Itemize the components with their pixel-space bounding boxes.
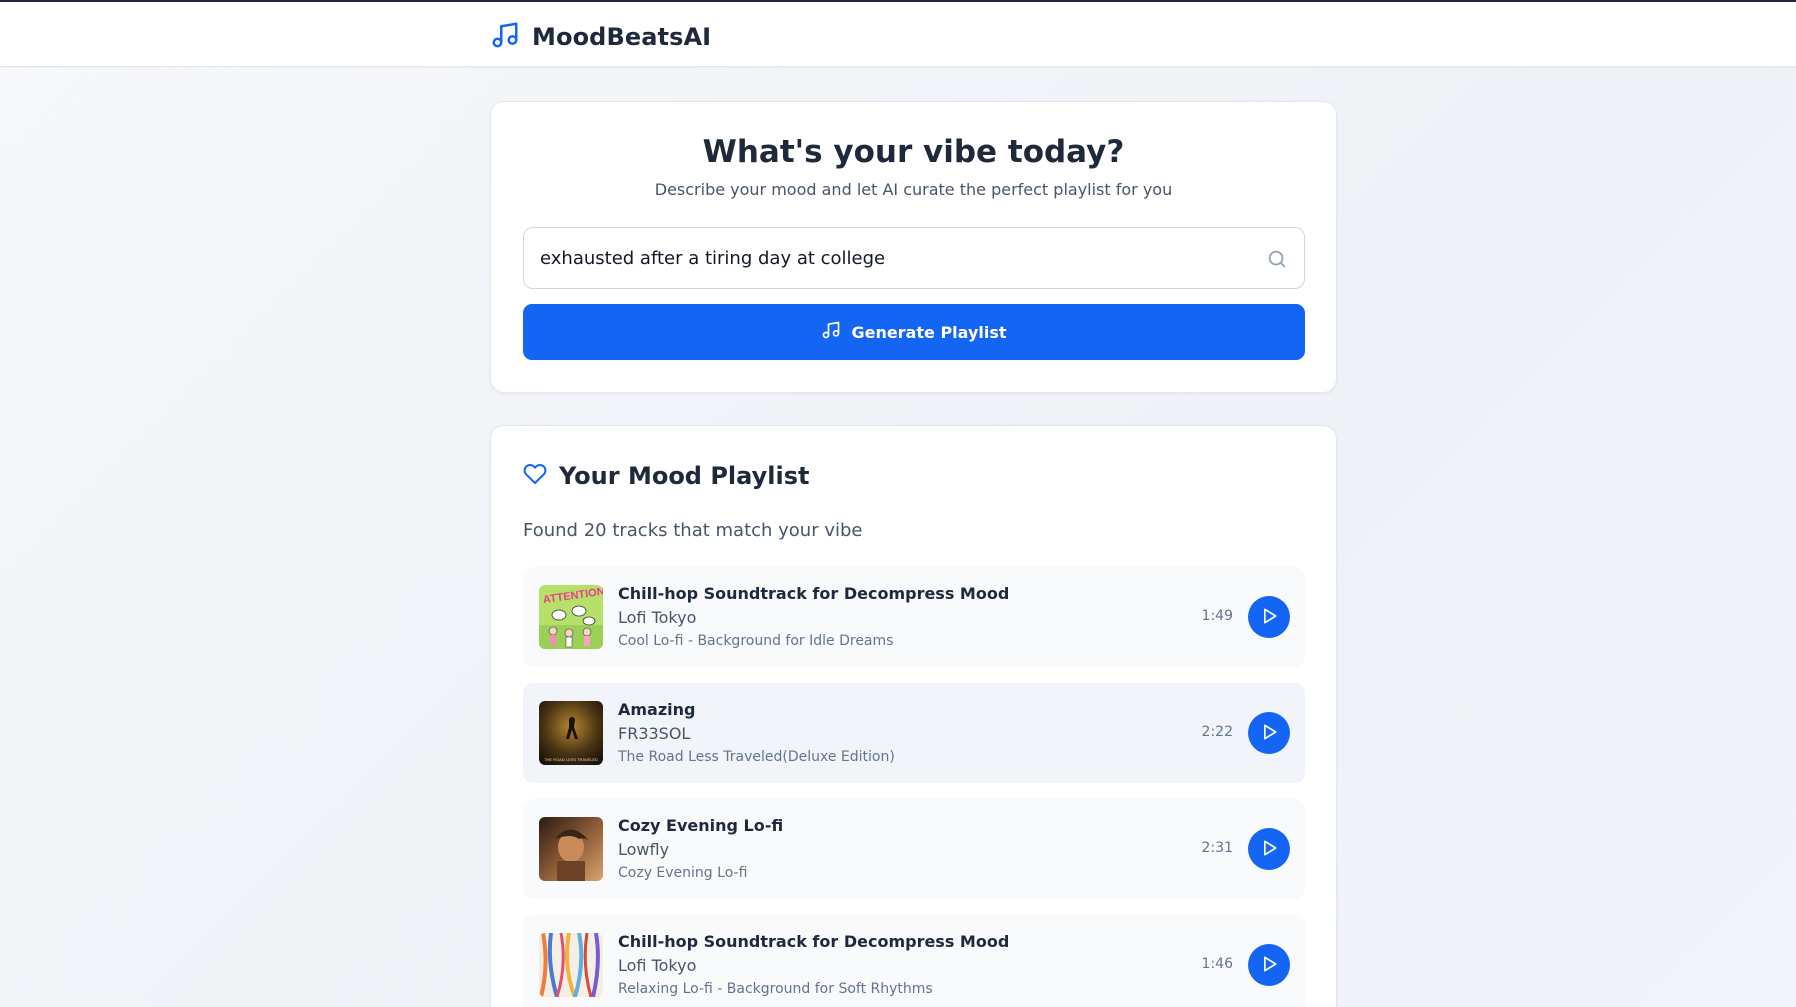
generate-playlist-label: Generate Playlist xyxy=(851,322,1007,342)
play-icon xyxy=(1259,954,1279,977)
track-duration: 1:46 xyxy=(1201,956,1233,972)
heart-icon xyxy=(523,462,547,490)
track-artist: FR33SOL xyxy=(618,724,691,743)
playlist-card: Your Mood Playlist Found 20 tracks that … xyxy=(490,425,1337,1007)
play-button[interactable] xyxy=(1248,828,1290,870)
track-album: Cool Lo-fi - Background for Idle Dreams xyxy=(618,633,894,649)
album-artwork: THE ROAD LESS TRAVELED xyxy=(539,701,603,765)
track-artist: Lowfly xyxy=(618,840,670,859)
top-header: MoodBeatsAI xyxy=(0,2,1796,67)
track-row[interactable]: Cozy Evening Lo-fi Lowfly Cozy Evening L… xyxy=(523,799,1305,899)
mood-input[interactable] xyxy=(540,228,1240,288)
track-count-text: Found 20 tracks that match your vibe xyxy=(523,520,863,541)
music-note-icon xyxy=(490,20,520,54)
track-duration: 2:22 xyxy=(1201,724,1233,740)
play-button[interactable] xyxy=(1248,944,1290,986)
track-title: Cozy Evening Lo-fi xyxy=(618,816,784,835)
track-title: Chill-hop Soundtrack for Decompress Mood xyxy=(618,584,1010,603)
track-duration: 2:31 xyxy=(1201,840,1233,856)
track-album: Cozy Evening Lo-fi xyxy=(618,865,748,881)
hero-title: What's your vibe today? xyxy=(702,134,1125,170)
play-icon xyxy=(1259,722,1279,745)
track-row[interactable]: Chill-hop Soundtrack for Decompress Mood… xyxy=(523,915,1305,1007)
search-icon[interactable] xyxy=(1266,248,1288,270)
track-row[interactable]: THE ROAD LESS TRAVELED Amazing FR33SOL T… xyxy=(523,683,1305,783)
track-title: Amazing xyxy=(618,700,696,719)
app-name: MoodBeatsAI xyxy=(532,23,712,51)
play-icon xyxy=(1259,838,1279,861)
generate-playlist-button[interactable]: Generate Playlist xyxy=(523,304,1305,360)
hero-subtitle: Describe your mood and let AI curate the… xyxy=(654,180,1173,199)
album-artwork: ATTENTION xyxy=(539,585,603,649)
playlist-title: Your Mood Playlist xyxy=(559,462,810,490)
track-album: Relaxing Lo-fi - Background for Soft Rhy… xyxy=(618,981,933,997)
play-button[interactable] xyxy=(1248,596,1290,638)
mood-input-card: What's your vibe today? Describe your mo… xyxy=(490,101,1337,393)
mood-search-box xyxy=(523,227,1305,289)
track-artist: Lofi Tokyo xyxy=(618,956,697,975)
play-icon xyxy=(1259,606,1279,629)
track-title: Chill-hop Soundtrack for Decompress Mood xyxy=(618,932,1010,951)
track-artist: Lofi Tokyo xyxy=(618,608,697,627)
track-row[interactable]: ATTENTION Chill-hop Soundtrack for Decom… xyxy=(523,567,1305,667)
track-duration: 1:49 xyxy=(1201,608,1233,624)
album-artwork xyxy=(539,933,603,997)
brand-logo[interactable]: MoodBeatsAI xyxy=(490,20,711,54)
album-artwork xyxy=(539,817,603,881)
artwork-text: THE ROAD LESS TRAVELED xyxy=(544,757,598,762)
playlist-header: Your Mood Playlist xyxy=(523,462,809,490)
music-note-icon xyxy=(821,320,841,344)
play-button[interactable] xyxy=(1248,712,1290,754)
track-album: The Road Less Traveled(Deluxe Edition) xyxy=(618,749,895,765)
